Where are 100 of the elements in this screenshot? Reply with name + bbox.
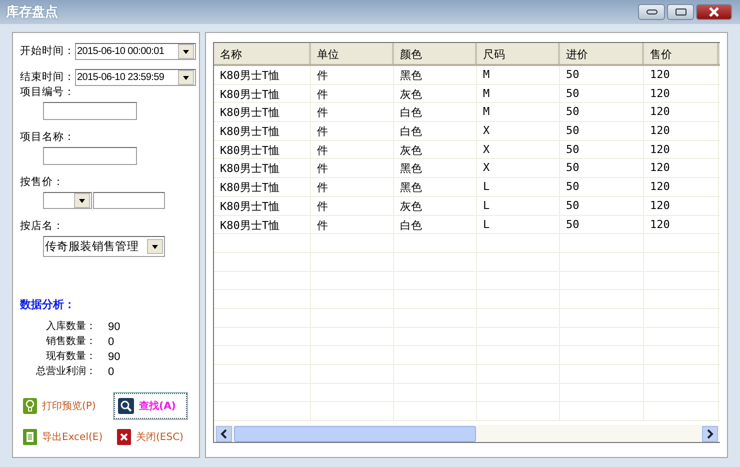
input-field[interactable] (93, 192, 165, 209)
close-button[interactable] (696, 4, 732, 20)
stat-value: 0 (108, 335, 116, 349)
table-cell: 120 (644, 216, 719, 234)
table-cell: L (477, 196, 560, 214)
maximize-button[interactable] (667, 4, 694, 20)
scrollbar-thumb[interactable] (234, 426, 476, 442)
table-cell: 灰色 (394, 196, 477, 214)
document-icon (23, 429, 37, 445)
column-header[interactable]: 售价 (644, 43, 719, 64)
scroll-left-button[interactable] (216, 426, 232, 442)
stat-value: 90 (108, 350, 122, 364)
table-cell: L (477, 216, 560, 234)
field-label: 项目编号： (20, 86, 75, 99)
stat-label: 总营业利润： (35, 365, 96, 379)
table-cell: 件 (311, 178, 394, 196)
field-label: 结束时间： (20, 71, 75, 84)
input-field[interactable] (43, 147, 137, 165)
close-button[interactable]: 关闭(ESC) (114, 425, 187, 449)
stat-label: 现有数量： (45, 350, 96, 364)
table-cell: 120 (644, 122, 719, 140)
stat-label: 入库数量： (45, 320, 96, 334)
table-cell: 50 (560, 196, 644, 214)
column-header[interactable]: 尺码 (477, 43, 560, 64)
table-cell: 120 (644, 103, 719, 122)
table-cell: 件 (311, 122, 394, 140)
table-cell: 50 (560, 140, 644, 158)
table-cell: 50 (560, 84, 644, 102)
minimize-button[interactable] (638, 4, 665, 20)
table-cell: 灰色 (394, 84, 477, 102)
table-cell: X (477, 122, 560, 140)
table-cell: 120 (644, 159, 719, 178)
table-cell: 50 (560, 178, 644, 196)
table-cell: 白色 (394, 103, 477, 122)
table-cell: X (477, 140, 560, 158)
table-cell: 黑色 (394, 66, 477, 84)
table-cell: L (477, 178, 560, 196)
column-header[interactable]: 进价 (560, 43, 644, 64)
table-cell: 黑色 (394, 178, 477, 196)
table-cell: K80男士T恤 (214, 66, 311, 84)
lightbulb-icon (23, 398, 37, 414)
table-cell: M (477, 103, 560, 122)
horizontal-scrollbar[interactable] (214, 425, 720, 442)
table-cell: 50 (560, 216, 644, 234)
close-icon (708, 7, 720, 17)
input-field[interactable] (43, 102, 137, 120)
table-cell: 黑色 (394, 159, 477, 178)
search-icon (118, 398, 134, 414)
scroll-right-button[interactable] (702, 426, 718, 442)
table-cell: 件 (311, 84, 394, 102)
table-cell: K80男士T恤 (214, 122, 311, 140)
column-header[interactable]: 单位 (311, 43, 394, 64)
table-cell: K80男士T恤 (214, 159, 311, 178)
table-cell: 灰色 (394, 140, 477, 158)
table-cell: 件 (311, 216, 394, 234)
table-cell: 件 (311, 103, 394, 122)
maximize-icon (674, 8, 686, 16)
table-cell: 50 (560, 103, 644, 122)
table-cell: K80男士T恤 (214, 103, 311, 122)
column-header[interactable]: 名称 (214, 43, 311, 64)
table-cell: K80男士T恤 (214, 140, 311, 158)
date-time-picker[interactable]: 2015-06-10 23:59:59 (75, 69, 196, 86)
table-cell: 120 (644, 84, 719, 102)
field-label: 按售价： (20, 176, 64, 189)
field-label: 项目名称： (20, 131, 75, 144)
table-cell: K80男士T恤 (214, 84, 311, 102)
search-button[interactable]: 查找(A) (114, 393, 187, 419)
table-cell: 50 (560, 66, 644, 84)
chevron-right-icon (706, 428, 714, 438)
stat-value: 0 (108, 365, 116, 379)
section-title: 数据分析： (20, 297, 76, 312)
column-header[interactable]: 颜色 (394, 43, 477, 64)
table-cell: 件 (311, 159, 394, 178)
table-cell: 50 (560, 122, 644, 140)
table-cell: 件 (311, 140, 394, 158)
window-title: 库存盘点 (6, 4, 58, 21)
dropdown[interactable] (43, 192, 92, 209)
table-cell: K80男士T恤 (214, 196, 311, 214)
close-icon (117, 429, 131, 445)
dropdown[interactable]: 传奇服装销售管理 (43, 236, 165, 257)
table-cell: 120 (644, 140, 719, 158)
print-button[interactable]: 打印预览(P) (20, 394, 112, 418)
table-cell: 120 (644, 196, 719, 214)
export-button[interactable]: 导出Excel(E) (20, 425, 112, 449)
table-cell: X (477, 159, 560, 178)
table-cell: M (477, 66, 560, 84)
field-label: 按店名： (20, 220, 64, 233)
table-cell: 120 (644, 66, 719, 84)
table-cell: 白色 (394, 216, 477, 234)
table-cell: 50 (560, 159, 644, 178)
table-cell: M (477, 84, 560, 102)
minimize-icon (646, 9, 658, 15)
stat-label: 销售数量： (45, 335, 96, 349)
stat-value: 90 (108, 320, 122, 334)
table-cell: 120 (644, 178, 719, 196)
chevron-left-icon (220, 428, 228, 438)
table-cell: 件 (311, 196, 394, 214)
date-time-picker[interactable]: 2015-06-10 00:00:01 (75, 43, 196, 60)
table-cell: K80男士T恤 (214, 178, 311, 196)
table-cell: K80男士T恤 (214, 216, 311, 234)
